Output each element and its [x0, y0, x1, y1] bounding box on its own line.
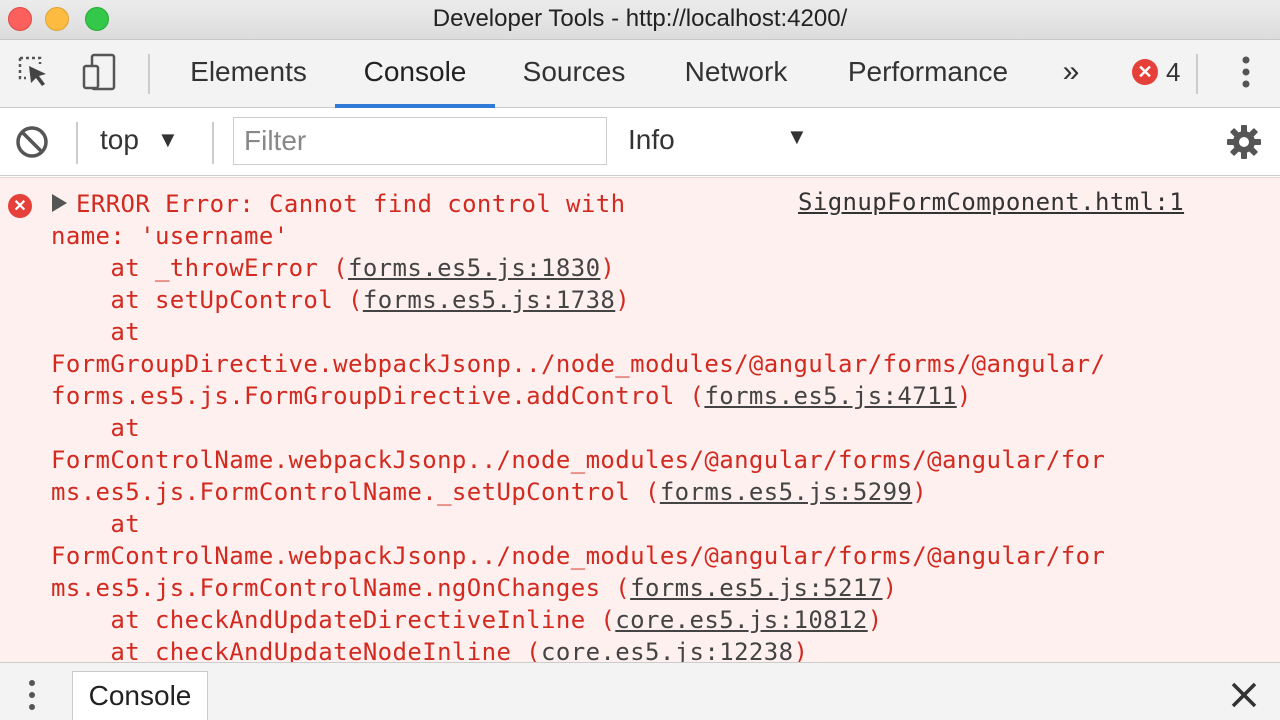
error-icon: ✕ — [8, 194, 32, 218]
stack-frame: at checkAndUpdateNodeInline (core.es5.js… — [51, 636, 1251, 662]
stack-frame-link[interactable]: forms.es5.js:4711 — [704, 382, 956, 410]
stack-frame-text: FormControlName.webpackJsonp../node_modu… — [51, 542, 1106, 570]
stack-frame-link[interactable]: forms.es5.js:1830 — [348, 254, 600, 282]
toolbar-divider — [148, 54, 150, 94]
stack-frame-text: ) — [882, 574, 898, 602]
stack-frame-text: FormGroupDirective.webpackJsonp../node_m… — [51, 350, 1106, 378]
device-toggle-icon[interactable] — [78, 50, 122, 94]
stack-frame-text: forms.es5.js.FormGroupDirective.addContr… — [51, 382, 705, 410]
stack-frame-link[interactable]: forms.es5.js:1738 — [363, 286, 615, 314]
stack-frame: forms.es5.js.FormGroupDirective.addContr… — [51, 380, 1251, 412]
drawer-tab-console[interactable]: Console — [72, 671, 208, 720]
stack-frame-text: at checkAndUpdateDirectiveInline ( — [51, 606, 616, 634]
window-title: Developer Tools - http://localhost:4200/ — [432, 5, 848, 32]
log-level-label: Info — [628, 124, 675, 155]
stack-frame: at _throwError (forms.es5.js:1830) — [51, 252, 1251, 284]
log-level-selector[interactable]: Info ▼ — [628, 124, 808, 156]
stack-frame-text: ) — [867, 606, 883, 634]
stack-frame: at setUpControl (forms.es5.js:1738) — [51, 284, 1251, 316]
stack-frame-text: ) — [615, 286, 631, 314]
stack-frame: at — [51, 316, 1251, 348]
error-count: 4 — [1166, 56, 1181, 87]
tab-console[interactable]: Console — [335, 40, 495, 108]
close-drawer-icon[interactable] — [1228, 679, 1260, 711]
console-messages[interactable]: ✕ ERROR Error: Cannot find control with n… — [0, 177, 1280, 662]
stack-frame-link[interactable]: core.es5.js:10812 — [615, 606, 867, 634]
error-message: ERROR Error: Cannot find control with nam… — [51, 188, 1251, 662]
stack-frame-text: ) — [956, 382, 972, 410]
error-counter[interactable]: ✕ 4 — [1132, 56, 1180, 88]
inspect-icon[interactable] — [12, 50, 56, 94]
stack-frame-text: ) — [600, 254, 616, 282]
kebab-menu-icon[interactable] — [1224, 50, 1268, 94]
stack-frame-text: at — [51, 414, 141, 442]
toolbar-divider — [212, 122, 214, 164]
stack-frame-text: FormControlName.webpackJsonp../node_modu… — [51, 446, 1106, 474]
stack-trace: at _throwError (forms.es5.js:1830) at se… — [51, 252, 1251, 662]
stack-frame-text: at _throwError ( — [51, 254, 348, 282]
stack-frame: at — [51, 412, 1251, 444]
tab-network[interactable]: Network — [668, 40, 804, 108]
stack-frame: at checkAndUpdateDirectiveInline (core.e… — [51, 604, 1251, 636]
stack-frame-text: ) — [912, 478, 928, 506]
chevron-down-icon: ▼ — [156, 127, 179, 152]
stack-frame: FormGroupDirective.webpackJsonp../node_m… — [51, 348, 1251, 380]
toolbar-divider — [1196, 54, 1198, 94]
stack-frame: at — [51, 508, 1251, 540]
settings-gear-icon[interactable] — [1222, 120, 1266, 164]
chevron-down-icon: ▼ — [786, 124, 808, 149]
stack-frame-text: at checkAndUpdateNodeInline ( — [51, 638, 542, 662]
more-tabs-button[interactable]: » — [1050, 40, 1092, 108]
context-label: top — [100, 124, 139, 155]
stack-frame-text: at setUpControl ( — [51, 286, 363, 314]
stack-frame-link[interactable]: forms.es5.js:5217 — [630, 574, 882, 602]
stack-frame: FormControlName.webpackJsonp../node_modu… — [51, 444, 1251, 476]
stack-frame-link[interactable]: core.es5.js:12238 — [541, 638, 793, 662]
stack-frame-text: ms.es5.js.FormControlName.ngOnChanges ( — [51, 574, 631, 602]
title-bar: Developer Tools - http://localhost:4200/ — [0, 0, 1280, 40]
drawer-bar: Console — [0, 662, 1280, 720]
stack-frame: FormControlName.webpackJsonp../node_modu… — [51, 540, 1251, 572]
stack-frame-text: ms.es5.js.FormControlName._setUpControl … — [51, 478, 660, 506]
console-filter-bar: top ▼ Info ▼ — [0, 108, 1280, 176]
filter-input[interactable] — [233, 117, 607, 165]
stack-frame: ms.es5.js.FormControlName.ngOnChanges (f… — [51, 572, 1251, 604]
stack-frame-text: at — [51, 318, 141, 346]
error-message-line: name: 'username' — [51, 222, 289, 250]
context-selector[interactable]: top ▼ — [100, 124, 179, 156]
source-link[interactable]: SignupFormComponent.html:1 — [798, 188, 1184, 216]
stack-frame-text: at — [51, 510, 141, 538]
drawer-menu-icon[interactable] — [22, 675, 42, 715]
error-icon: ✕ — [1132, 59, 1158, 85]
stack-frame-text: ) — [793, 638, 809, 662]
toolbar-divider — [76, 122, 78, 164]
tab-sources[interactable]: Sources — [508, 40, 640, 108]
stack-frame-link[interactable]: forms.es5.js:5299 — [660, 478, 912, 506]
stack-frame: ms.es5.js.FormControlName._setUpControl … — [51, 476, 1251, 508]
clear-console-icon[interactable] — [10, 120, 54, 164]
main-toolbar: Elements Console Sources Network Perform… — [0, 40, 1280, 108]
tab-elements[interactable]: Elements — [175, 40, 322, 108]
tab-performance[interactable]: Performance — [832, 40, 1024, 108]
